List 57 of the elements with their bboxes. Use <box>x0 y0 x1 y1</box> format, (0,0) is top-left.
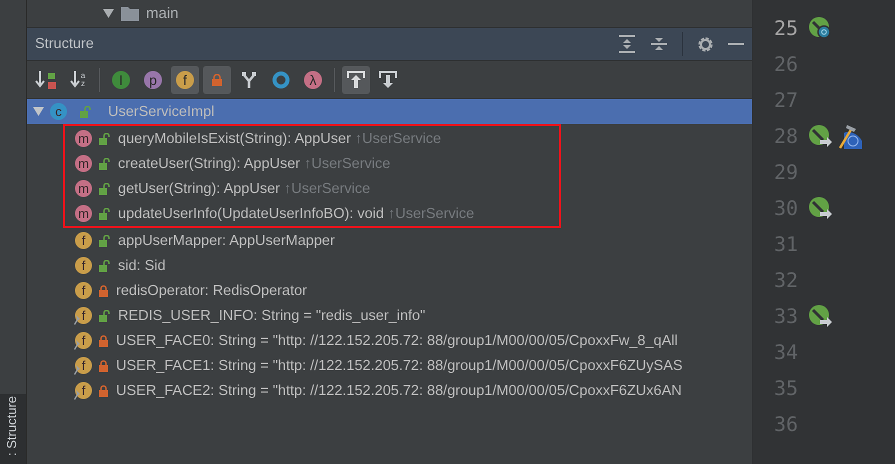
tree-row-highlight[interactable]: c UserServiceImpl <box>27 99 752 124</box>
member-label[interactable]: getUser(String): AppUser <box>118 180 280 196</box>
field-icon: f <box>75 257 92 274</box>
field-icon: f <box>75 357 92 374</box>
member-label[interactable]: USER_FACE0: String = "http: //122.152.205.72: 88/group1/M00/00/05/CpoxxFw_8_qAll <box>116 332 678 348</box>
method-icon: m <box>75 180 92 197</box>
ring-icon <box>272 70 290 88</box>
sort-visibility-icon <box>35 70 57 90</box>
inherited-from-label: ↑UserService <box>284 180 370 196</box>
expand-arrow-icon[interactable] <box>33 107 44 116</box>
override-marker-icon[interactable] <box>808 304 832 328</box>
method-icon: m <box>75 130 92 147</box>
fields-button[interactable]: f <box>171 66 199 94</box>
properties-button[interactable]: p <box>139 66 167 94</box>
down-arrow-icon <box>70 70 80 90</box>
hammer-icon[interactable] <box>836 122 864 150</box>
minimize-icon[interactable] <box>728 42 744 46</box>
autoscroll-to-source-button[interactable] <box>342 66 370 94</box>
member-label[interactable]: updateUserInfo(UpdateUserInfoBO): void <box>118 206 384 222</box>
non-public-button[interactable] <box>203 66 231 94</box>
member-label[interactable]: sid: Sid <box>118 258 166 274</box>
inherited-from-label: ↑UserService <box>304 156 390 172</box>
field-icon: f <box>75 282 92 299</box>
lock-icon <box>212 74 222 86</box>
folder-icon <box>121 6 139 21</box>
hierarchy-icon <box>242 72 256 88</box>
panel-title: Structure <box>35 36 94 52</box>
member-label[interactable]: createUser(String): AppUser <box>118 156 300 172</box>
method-icon: m <box>75 155 92 172</box>
line-number: 25 <box>774 16 800 40</box>
member-label[interactable]: USER_FACE2: String = "http: //122.152.205.72: 88/group1/M00/00/05/CpoxxF6ZUx6AN <box>116 382 682 398</box>
implemented-marker-icon[interactable] <box>808 16 832 40</box>
field-icon: f <box>75 382 92 399</box>
member-label[interactable]: appUserMapper: AppUserMapper <box>118 232 335 248</box>
expand-all-icon[interactable] <box>618 34 636 54</box>
down-arrow-icon <box>379 70 397 88</box>
structure-side-tab[interactable]: : Structure <box>0 394 26 464</box>
folder-label[interactable]: main <box>146 5 179 22</box>
member-label[interactable]: USER_FACE1: String = "http: //122.152.205.72: 88/group1/M00/00/05/CpoxxF6ZUySAS <box>116 358 683 374</box>
field-icon: f <box>75 307 92 324</box>
method-icon: m <box>75 205 92 222</box>
up-arrow-icon <box>347 70 365 88</box>
field-icon: f <box>75 332 92 349</box>
override-marker-icon[interactable] <box>808 124 832 148</box>
field-icon: f <box>75 232 92 249</box>
member-label[interactable]: redisOperator: RedisOperator <box>116 282 307 298</box>
member-label[interactable]: queryMobileIsExist(String): AppUser <box>118 130 351 146</box>
inherited-from-label: ↑UserService <box>388 206 474 222</box>
class-icon: c <box>50 103 67 120</box>
expand-arrow-icon[interactable] <box>103 9 114 18</box>
override-marker-icon[interactable] <box>808 196 832 220</box>
inherited-from-label: ↑UserService <box>354 130 442 146</box>
settings-icon[interactable] <box>697 36 714 52</box>
member-label[interactable]: REDIS_USER_INFO: String = "redis_user_info" <box>118 308 426 324</box>
sort-alpha-button[interactable]: az <box>64 66 92 94</box>
inherited-button[interactable]: I <box>107 66 135 94</box>
lambda-button[interactable]: λ <box>299 66 327 94</box>
